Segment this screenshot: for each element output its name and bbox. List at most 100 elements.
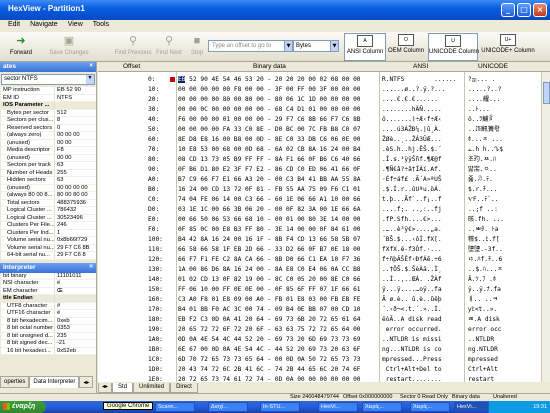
hex-uni-cell[interactable]: 晐.fh. ...: [468, 215, 504, 225]
hex-row[interactable]: 120: 66 F7 F1 FE C2 8A CA 66 - 8B D0 66 C…: [98, 255, 550, 265]
hex-ans-cell[interactable]: ö.......)÷Æ‹f÷Æ‹: [382, 115, 442, 125]
unicode-plus-column-button[interactable]: U+ UNICODE+ Column: [480, 33, 536, 61]
hex-row[interactable]: 60: 8E D8 E8 16 00 B8 00 0D - 8E C0 33 DB…: [98, 135, 550, 145]
hex-row[interactable]: 90: 0F B6 D1 80 E2 3F F7 E2 - 86 CD C0 ED…: [98, 165, 550, 175]
hex-bin-cell[interactable]: 0F B6 D1 80 E2 3F F7 E2 - 86 CD C0 ED 06…: [178, 165, 361, 175]
hex-ans-cell[interactable]: ..NTLDR is missi: [382, 335, 442, 345]
hex-uni-cell[interactable]: 쥷.ꎃ.ﾃ.: [468, 175, 493, 185]
property-row[interactable]: 8 bit unsigned d... 235: [1, 332, 96, 340]
hex-row[interactable]: 1D0: 20 43 74 72 6C 2B 41 6C - 74 2B 44 6…: [98, 365, 550, 375]
taskbar-item[interactable]: Δισχί...: [208, 402, 248, 412]
hex-uni-cell[interactable]: ....耀...: [468, 95, 500, 105]
hex-ans-cell[interactable]: fXfX.ë-f3Òf.·...: [382, 245, 442, 255]
property-row[interactable]: 8 bit hexadecim... 0xeb: [1, 317, 96, 325]
hex-uni-cell[interactable]: ..ﾄ...: [468, 105, 490, 115]
hex-uni-cell[interactable]: 초玓.ﾹ.ﾊ: [468, 155, 496, 165]
property-row[interactable]: Volume serial nu... 29 F7 C6 8B: [1, 244, 96, 252]
hex-uni-cell[interactable]: Ȃ.ﾂ.ﾌ .ﾎ: [468, 275, 496, 285]
hex-row[interactable]: 180: EB F2 C3 0D 0A 41 20 64 - 69 73 6B 2…: [98, 315, 550, 325]
hex-ans-cell[interactable]: .fP.Sfh....€>...: [382, 215, 442, 225]
hex-row[interactable]: 100: B4 42 8A 16 24 00 16 1F - 8B F4 CD 1…: [98, 235, 550, 245]
offset-input[interactable]: Type an offset to go to: [208, 40, 285, 52]
unit-dropdown-icon[interactable]: ▼: [330, 40, 339, 52]
menu-tools[interactable]: Tools: [88, 20, 114, 32]
hex-ans-cell[interactable]: restart........: [382, 375, 442, 382]
hex-uni-cell[interactable]: restart: [468, 375, 494, 382]
oem-column-button[interactable]: O OEM Column: [387, 33, 425, 61]
hex-ans-cell[interactable]: .$.Í.r..ûUªu.öÁ.: [382, 185, 442, 195]
tab-properties[interactable]: operties: [0, 376, 30, 388]
hex-uni-cell[interactable]: mpressed: [468, 355, 498, 365]
hex-ans-cell[interactable]: .Í.s.¹ÿÿŠñf.¶Æ@f: [382, 155, 442, 165]
hex-row[interactable]: 30: 00 00 0C 00 00 00 00 00 - 68 C4 D1 01…: [98, 105, 550, 115]
close-button[interactable]: ×: [533, 3, 547, 17]
hex-uni-cell[interactable]: ?ஐ... .: [468, 75, 495, 85]
hex-ans-cell[interactable]: ´BŠ.$...‹ôÍ.fX[.: [382, 235, 442, 245]
hex-bin-cell[interactable]: 8E D8 E8 16 00 B8 00 0D - 8E C0 33 DB C6…: [178, 135, 361, 145]
hex-bin-cell[interactable]: 00 00 00 00 80 00 80 00 - 80 06 1C 1D 00…: [178, 95, 361, 105]
chevron-down-icon[interactable]: ▼: [86, 75, 94, 84]
menu-view[interactable]: View: [63, 20, 88, 32]
hex-bin-cell[interactable]: EB 52 90 4E 54 46 53 20 - 20 20 20 00 02…: [178, 75, 361, 85]
hex-bin-cell[interactable]: C3 A0 F8 01 E8 09 00 A0 - FB 01 E8 03 00…: [178, 295, 361, 305]
hex-uni-cell[interactable]: ..㏺軐簀롻: [468, 125, 500, 135]
tab-std[interactable]: Std: [112, 383, 134, 393]
property-row[interactable]: 8 bit signed dec... -21: [1, 340, 96, 348]
hex-uni-cell[interactable]: ..;f ..:: [468, 205, 498, 215]
hex-ans-cell[interactable]: mpressed...Press: [382, 355, 442, 365]
hex-row[interactable]: 80: 08 CD 13 73 05 B9 FF FF - 8A F1 66 0F…: [98, 155, 550, 165]
tab-scroll-arrows-icon[interactable]: ◂▸: [79, 376, 94, 388]
hex-uni-cell[interactable]: ﾎ...ﾸ ...: [468, 135, 503, 145]
hex-ans-cell[interactable]: ..†ÖŠ.$.ŠèÀä..Ì¸: [382, 265, 442, 275]
property-row[interactable]: 64-bit serial nu... 29 F7 C6 8: [1, 252, 96, 260]
hex-ans-cell[interactable]: ....€.€.€......: [382, 95, 438, 105]
hex-row[interactable]: 1B0: 6E 67 00 0D 0A 4E 54 4C - 44 52 20 6…: [98, 345, 550, 355]
property-row[interactable]: Number of Heads 255: [1, 169, 96, 177]
hex-row[interactable]: D0: 03 1E 1C 00 66 3B 06 20 - 00 0F 82 3A…: [98, 205, 550, 215]
property-row[interactable]: (unused) 00 00 00 00: [1, 184, 96, 192]
hex-row[interactable]: 0: EB 52 90 4E 54 46 53 20 - 20 20 20 00 …: [98, 75, 550, 85]
hex-row[interactable]: 1E0: 20 72 65 73 74 61 72 74 - 0D 0A 00 0…: [98, 375, 550, 382]
property-row[interactable]: EM character Œ: [1, 287, 96, 295]
hex-uni-cell[interactable]: ..NTLDR: [468, 335, 494, 345]
property-row[interactable]: EM ID NTFS: [1, 94, 96, 102]
hex-uni-cell[interactable]: 塦塦.-3f..: [468, 245, 503, 255]
hex-row[interactable]: 110: 66 58 66 58 1F EB 2D 66 - 33 D2 66 0…: [98, 245, 550, 255]
property-row[interactable]: Logical Cluster ... 30523496: [1, 214, 96, 222]
hex-bin-cell[interactable]: 1A 00 86 D6 8A 16 24 00 - 8A E8 C0 E4 06…: [178, 265, 361, 275]
tab-direct[interactable]: Direct: [170, 383, 198, 393]
hex-ans-cell[interactable]: ´.‹ð¬<.t.´.»..Í.: [382, 305, 442, 315]
hex-bin-cell[interactable]: 66 F7 F1 FE C2 8A CA 66 - 8B D0 66 C1 EA…: [178, 255, 361, 265]
close-icon[interactable]: ×: [89, 263, 93, 270]
hex-bin-cell[interactable]: 00 00 00 00 00 F8 00 00 - 3F 00 FF 00 3F…: [178, 85, 361, 95]
start-button[interactable]: έναρξη: [0, 401, 46, 413]
property-row[interactable]: Sectors per track 63: [1, 162, 96, 170]
hex-bin-cell[interactable]: FF 06 10 00 FF 0E 0E 00 - 0F 85 6F FF 07…: [178, 285, 361, 295]
hex-bin-cell[interactable]: 00 00 00 00 FA 33 C0 8E - D0 BC 00 7C FB…: [178, 125, 361, 135]
hex-row[interactable]: 1C0: 6D 70 72 65 73 73 65 64 - 00 0D 0A 5…: [98, 355, 550, 365]
hex-uni-cell[interactable]: ö..ﾗ鯆ꆋ: [468, 115, 493, 125]
property-row[interactable]: Bytes per sector 512: [1, 109, 96, 117]
hex-ans-cell[interactable]: R.NTFS ......: [382, 75, 457, 85]
tab-unlimited[interactable]: Unlimited: [133, 383, 171, 393]
hex-uni-cell[interactable]: ﻨ.h h..ᖊ$: [468, 145, 503, 155]
hex-bin-cell[interactable]: F6 00 00 00 01 00 00 00 - 29 F7 C6 8B 66…: [178, 115, 361, 125]
hex-uni-cell[interactable]: ￃ.. ..ﾻ: [468, 295, 498, 305]
hex-row[interactable]: B0: 16 24 00 CD 13 72 0F 81 - FB 55 AA 75…: [98, 185, 550, 195]
property-row[interactable]: Logical Cluster ... 786432: [1, 207, 96, 215]
property-row[interactable]: 8 bit octal number 0353: [1, 325, 96, 333]
tab-nav-arrows-icon[interactable]: ◂▸: [98, 383, 113, 393]
hex-ans-cell[interactable]: t.þ...Ãf`..f¡..f: [382, 195, 442, 205]
property-row[interactable]: Reserved sectors 0: [1, 124, 96, 132]
hex-uni-cell[interactable]: 䊴$..ﾋ.f[: [468, 235, 500, 245]
property-row[interactable]: (always 80 00 8... 80 00 80 00: [1, 192, 96, 200]
hex-bin-cell[interactable]: 20 72 65 73 74 61 72 74 - 0D 0A 00 00 00…: [178, 375, 361, 382]
hex-uni-cell[interactable]: ƴﾋ<t..».: [468, 305, 497, 315]
hex-row[interactable]: 70: 10 E8 53 00 68 00 0D 68 - 6A 02 CB 8A…: [98, 145, 550, 155]
hex-bin-cell[interactable]: 00 66 50 06 53 66 68 10 - 00 01 00 80 3E…: [178, 215, 361, 225]
hex-row[interactable]: 190: 20 65 72 72 6F 72 20 6F - 63 63 75 7…: [98, 325, 550, 335]
hex-bin-cell[interactable]: 0D 0A 4E 54 4C 44 52 20 - 69 73 20 6D 69…: [178, 335, 361, 345]
vertical-scrollbar[interactable]: [541, 72, 550, 382]
property-row[interactable]: (unused) 00 00: [1, 139, 96, 147]
property-row[interactable]: (unused) 00 00: [1, 154, 96, 162]
